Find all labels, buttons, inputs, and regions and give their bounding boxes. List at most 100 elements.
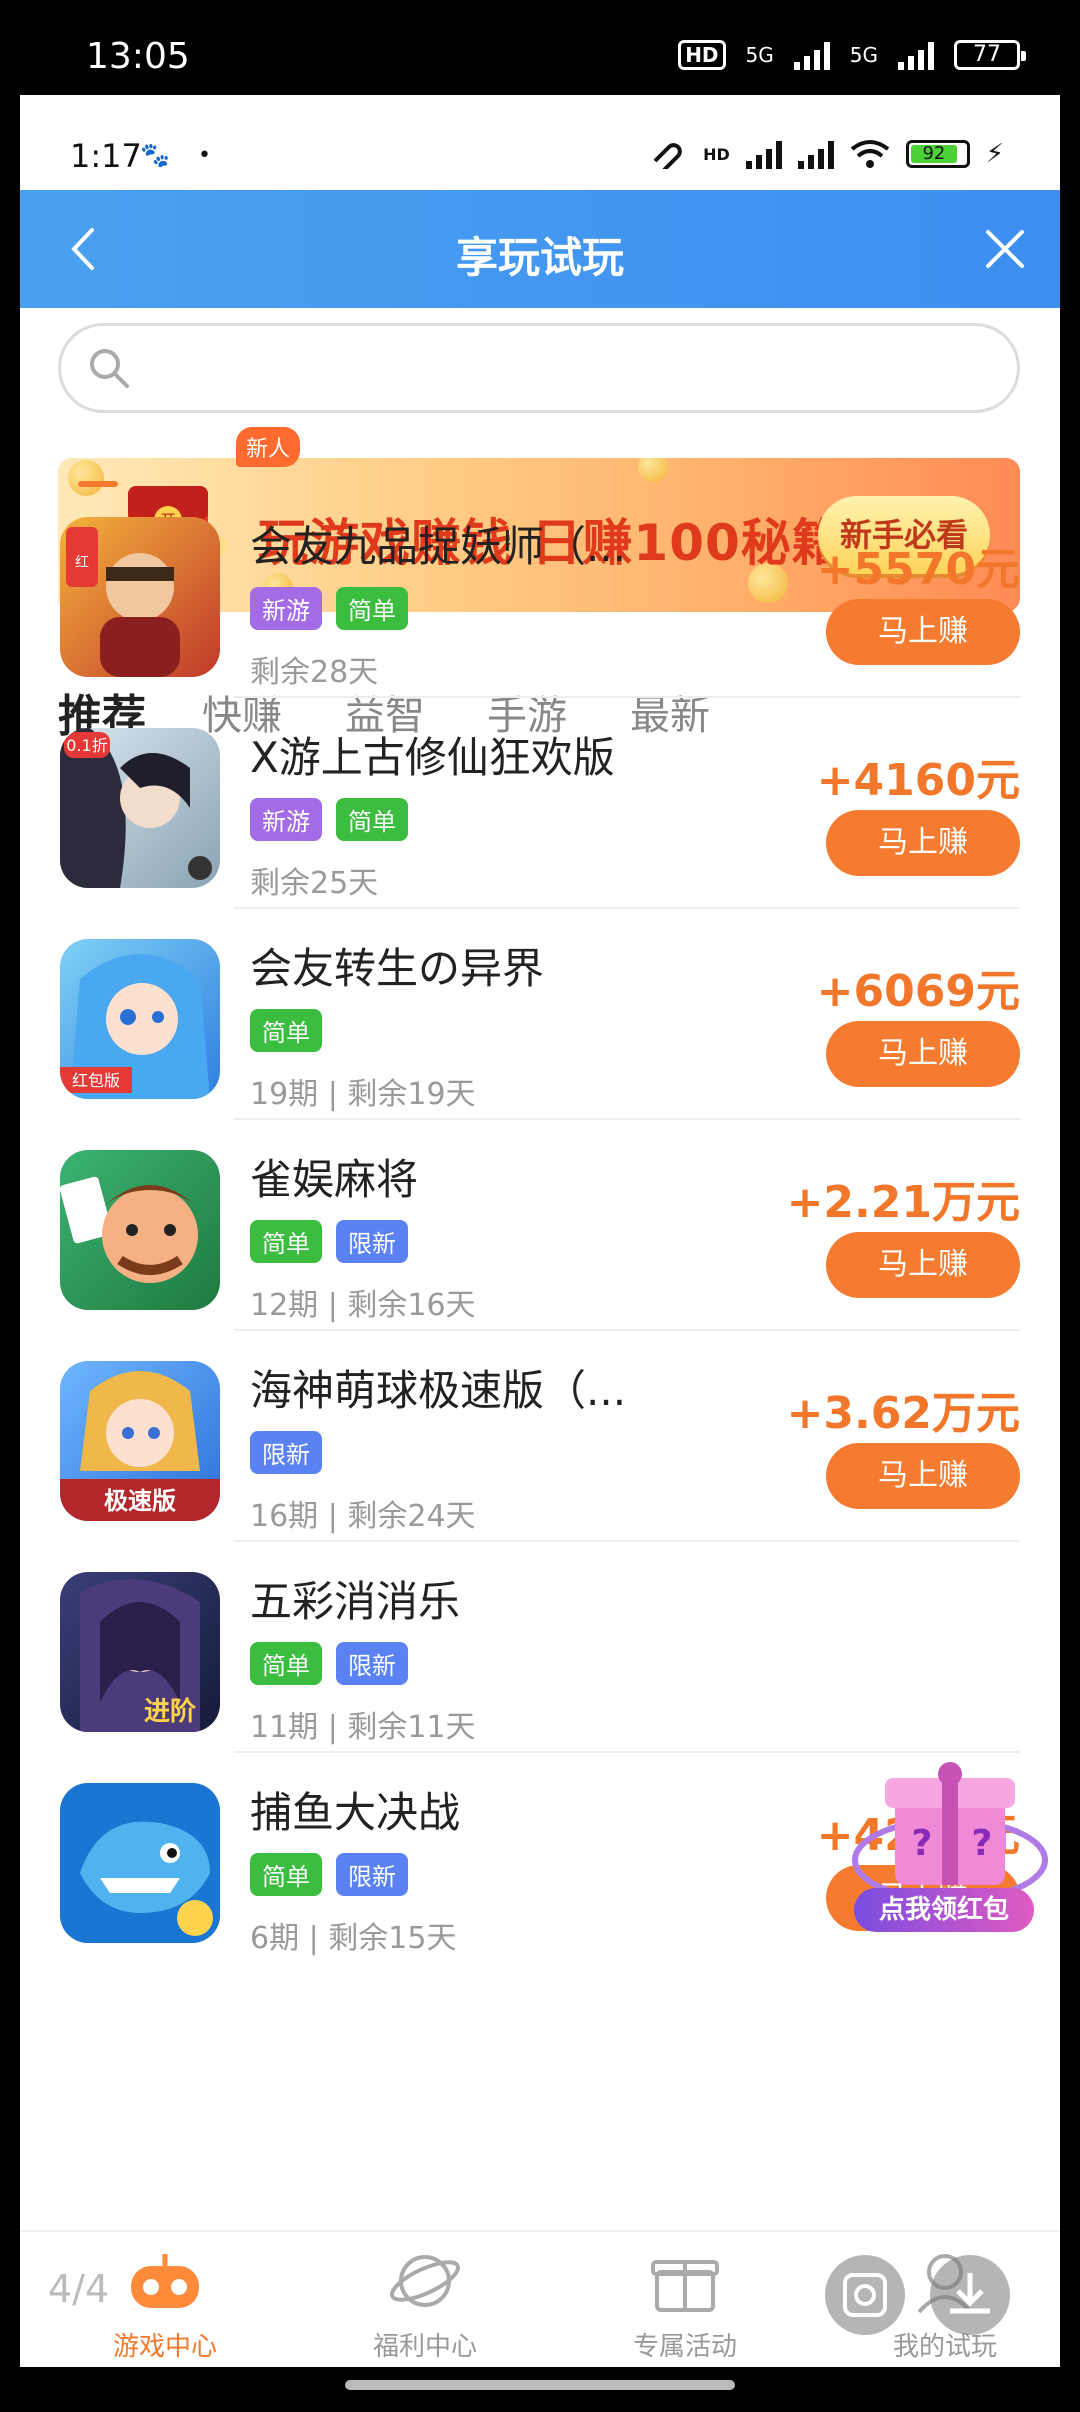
tag-new-user-only: 限新 (336, 1853, 408, 1896)
signal-icon-inner-2 (797, 139, 834, 169)
tag-easy: 简单 (336, 798, 408, 841)
nav-label: 福利中心 (372, 2332, 477, 2362)
game-reward: +4160元 (816, 755, 1020, 806)
game-tags: 简单 限新 (250, 1642, 408, 1685)
game-icon (60, 1150, 220, 1310)
earn-now-button[interactable]: 马上赚 (826, 1232, 1020, 1298)
floating-red-packet-label: 点我领红包 (854, 1888, 1034, 1932)
search-bar[interactable] (58, 323, 1020, 413)
inner-time: 1:17 (70, 137, 142, 175)
svg-text:?: ? (912, 1823, 933, 1864)
app-header: 享玩试玩 (20, 190, 1060, 308)
tag-easy: 简单 (250, 1220, 322, 1263)
tag-easy: 简单 (250, 1853, 322, 1896)
game-icon: 进阶 (60, 1572, 220, 1732)
game-meta: 6期 | 剩余15天 (250, 1921, 457, 1956)
game-tags: 限新 (250, 1431, 322, 1474)
earn-now-button[interactable]: 马上赚 (826, 1021, 1020, 1087)
close-icon[interactable] (980, 224, 1030, 274)
tag-new-user-only: 限新 (336, 1642, 408, 1685)
game-meta: 11期 | 剩余11天 (250, 1710, 476, 1745)
gamepad-icon (131, 2254, 199, 2308)
page-indicator: 4/4 (48, 2267, 110, 2311)
svg-text:进阶: 进阶 (144, 1697, 196, 1727)
hd-icon: HD (678, 40, 726, 70)
game-row[interactable]: 0.1折 X游上古修仙狂欢版 新游 简单 剩余25天 +4160元 马上赚 (20, 698, 1060, 909)
lens-icon (843, 2273, 887, 2317)
signal-icon-inner (745, 139, 782, 169)
game-name: 雀娱麻将 (250, 1155, 419, 1204)
game-list: 红 会友九品捉妖师（... 新游 简单 剩余28天 +5570元 马上赚 0.1… (20, 487, 1060, 1964)
game-tags: 新游 简单 (250, 587, 408, 630)
gift-box-icon: ? ? (852, 1762, 1048, 1903)
network-label-2: 5G (849, 43, 878, 67)
app-frame: 1:17 🐾 • HD 92 ⚡ 享玩试玩 开 (20, 95, 1060, 2367)
page-title: 享玩试玩 (455, 233, 624, 282)
game-row[interactable]: 红包版 会友转生の异界 简单 19期 | 剩余19天 +6069元 马上赚 (20, 909, 1060, 1120)
tag-easy: 简单 (250, 1642, 322, 1685)
game-name: 会友九品捉妖师（... (250, 522, 627, 571)
earn-now-button[interactable]: 马上赚 (826, 599, 1020, 665)
tag-easy: 简单 (250, 1009, 322, 1052)
game-meta: 19期 | 剩余19天 (250, 1077, 476, 1112)
tag-new-user-only: 限新 (336, 1220, 408, 1263)
tag-new-game: 新游 (250, 798, 322, 841)
charging-icon: ⚡ (985, 139, 1004, 169)
signal-icon (793, 40, 830, 70)
earn-now-button[interactable]: 马上赚 (826, 1443, 1020, 1509)
home-indicator[interactable] (345, 2380, 735, 2390)
svg-text:红包版: 红包版 (72, 1071, 120, 1090)
game-tags: 简单 限新 (250, 1220, 408, 1263)
dot-icon: • (198, 143, 211, 168)
signal-icon-2 (898, 40, 934, 70)
game-name: 海神萌球极速版（... (250, 1366, 627, 1415)
svg-text:0.1折: 0.1折 (66, 736, 107, 755)
nav-label: 游戏中心 (112, 2332, 217, 2362)
game-row[interactable]: 红 会友九品捉妖师（... 新游 简单 剩余28天 +5570元 马上赚 (20, 487, 1060, 698)
network-label: 5G (745, 43, 774, 67)
game-icon (60, 1783, 220, 1943)
game-reward: +2.21万元 (786, 1177, 1020, 1228)
gift-icon (651, 2260, 719, 2312)
game-row[interactable]: 雀娱麻将 简单 限新 12期 | 剩余16天 +2.21万元 马上赚 (20, 1120, 1060, 1331)
game-tags: 新游 简单 (250, 798, 408, 841)
game-row[interactable]: 极速版 海神萌球极速版（... 限新 16期 | 剩余24天 +3.62万元 马… (20, 1331, 1060, 1542)
tag-new-user-only: 限新 (250, 1431, 322, 1474)
hd-label: HD (703, 144, 730, 164)
search-input[interactable] (151, 336, 987, 400)
game-meta: 剩余28天 (250, 655, 379, 690)
game-reward: +5570元 (816, 544, 1020, 595)
download-icon (950, 2273, 990, 2314)
nav-welfare-center[interactable]: 福利中心 (325, 2246, 525, 2363)
tag-easy: 简单 (336, 587, 408, 630)
game-icon: 极速版 (60, 1361, 220, 1521)
svg-text:?: ? (972, 1823, 993, 1864)
earn-now-button[interactable]: 马上赚 (826, 810, 1020, 876)
game-tags: 简单 (250, 1009, 322, 1052)
paw-icon: 🐾 (140, 141, 170, 169)
game-meta: 剩余25天 (250, 866, 379, 901)
search-icon (90, 349, 129, 388)
link-icon (653, 143, 682, 169)
nav-exclusive-activities[interactable]: 专属活动 (585, 2246, 785, 2363)
wifi-icon (850, 140, 889, 168)
download-fab[interactable] (930, 2255, 1010, 2335)
system-time: 13:05 (86, 36, 190, 77)
tag-new-game: 新游 (250, 587, 322, 630)
planet-icon (389, 2255, 461, 2307)
game-icon: 红包版 (60, 939, 220, 1099)
battery-icon-inner: 92 (905, 140, 970, 168)
coin-icon (638, 458, 668, 482)
floating-red-packet[interactable]: ? ? 点我领红包 (840, 1750, 1060, 1950)
game-row[interactable]: 进阶 五彩消消乐 简单 限新 11期 | 剩余11天 (20, 1542, 1060, 1753)
game-name: X游上古修仙狂欢版 (250, 733, 615, 782)
screenshot-search-fab[interactable] (825, 2255, 905, 2335)
nav-label: 专属活动 (632, 2332, 737, 2362)
svg-text:极速版: 极速版 (104, 1487, 176, 1515)
system-status-bar: 13:05 HD 5G 5G 77 (0, 0, 1080, 95)
game-tags: 简单 限新 (250, 1853, 408, 1896)
game-name: 会友转生の异界 (250, 944, 545, 993)
svg-text:红: 红 (75, 555, 89, 571)
app-status-bar: 1:17 🐾 • HD 92 ⚡ (20, 95, 1060, 190)
game-meta: 16期 | 剩余24天 (250, 1499, 476, 1534)
